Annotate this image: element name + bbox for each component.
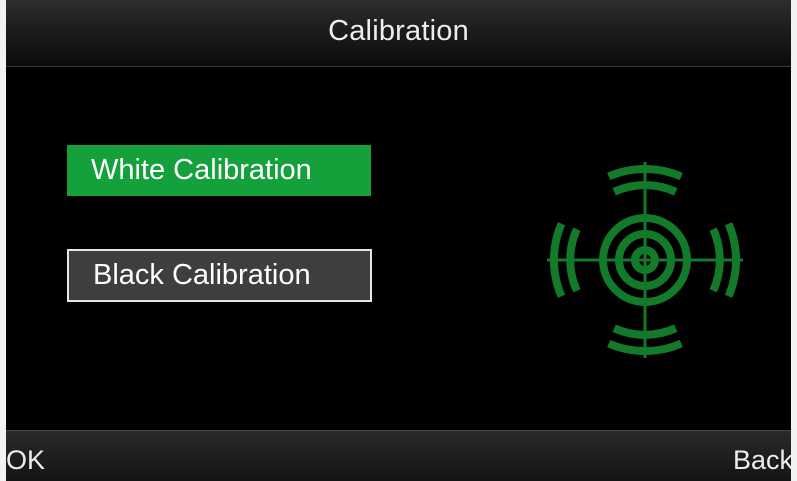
- black-calibration-label: Black Calibration: [93, 259, 311, 291]
- softkey-bar: OK Back: [0, 430, 797, 481]
- main-content: White Calibration Black Calibration: [6, 67, 791, 430]
- title-bar: Calibration: [0, 0, 797, 67]
- white-calibration-button[interactable]: White Calibration: [67, 145, 371, 196]
- crosshair-target-icon: [547, 162, 743, 358]
- calibration-screen: Calibration White Calibration Black Cali…: [0, 0, 797, 481]
- back-softkey[interactable]: Back: [733, 445, 793, 476]
- white-calibration-label: White Calibration: [91, 154, 312, 186]
- black-calibration-button[interactable]: Black Calibration: [67, 249, 372, 302]
- ok-softkey[interactable]: OK: [6, 445, 45, 476]
- page-title: Calibration: [328, 14, 469, 47]
